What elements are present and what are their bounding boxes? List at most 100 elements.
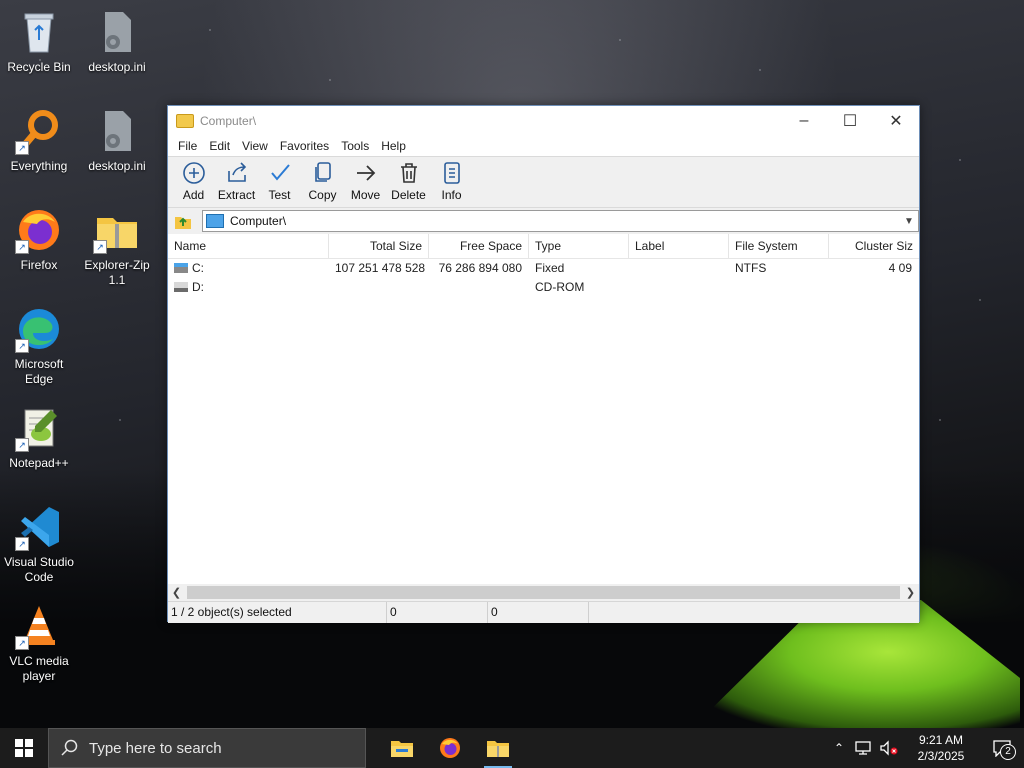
column-header-file-system[interactable]: File System — [729, 234, 829, 258]
extract-button[interactable]: Extract — [215, 157, 258, 205]
menu-tools[interactable]: Tools — [335, 139, 375, 153]
taskbar-search[interactable]: Type here to search — [48, 728, 366, 768]
menu-help[interactable]: Help — [375, 139, 412, 153]
address-combobox[interactable]: Computer\ ▼ — [202, 210, 919, 232]
arrow-right-icon — [356, 165, 375, 181]
label-cell — [629, 259, 729, 278]
window-titlebar[interactable]: Computer\ – ☐ ✕ — [168, 106, 919, 136]
test-button[interactable]: Test — [258, 157, 301, 205]
add-button[interactable]: Add — [172, 157, 215, 205]
magnifier-icon: ↗ — [15, 107, 63, 155]
desktop-icon-vlc[interactable]: ↗ VLC media player — [1, 602, 77, 684]
shortcut-arrow-icon: ↗ — [15, 537, 29, 551]
column-header-cluster-size[interactable]: Cluster Siz — [829, 234, 919, 258]
desktop-icon-explorer-zip[interactable]: ↗ Explorer-Zip 1.1 — [79, 206, 155, 288]
desktop-icon-label: Everything — [10, 159, 68, 173]
status-packed-size: 0 — [488, 602, 589, 623]
menu-file[interactable]: File — [172, 139, 203, 153]
horizontal-scrollbar[interactable]: ❮ ❯ — [168, 584, 919, 601]
minimize-button[interactable]: – — [781, 106, 827, 136]
scroll-thumb[interactable] — [187, 586, 900, 599]
network-icon[interactable] — [853, 740, 873, 756]
move-button[interactable]: Move — [344, 157, 387, 205]
volume-muted-icon[interactable] — [879, 740, 899, 756]
desktop-icon-label: desktop.ini — [88, 159, 146, 173]
drive-list: C: 107 251 478 528 76 286 894 080 Fixed … — [168, 259, 919, 584]
up-folder-button[interactable] — [172, 210, 194, 232]
desktop-icon-firefox[interactable]: ↗ Firefox — [1, 206, 77, 273]
taskbar-file-explorer[interactable] — [378, 728, 426, 768]
shortcut-arrow-icon: ↗ — [15, 438, 29, 452]
total-size-cell — [329, 278, 429, 297]
column-header-type[interactable]: Type — [529, 234, 629, 258]
info-icon — [443, 162, 460, 184]
copy-button[interactable]: Copy — [301, 157, 344, 205]
type-cell: Fixed — [535, 261, 565, 275]
column-header-total-size[interactable]: Total Size — [329, 234, 429, 258]
desktop-icon-desktop-ini-2[interactable]: desktop.ini — [79, 107, 155, 174]
file-explorer-icon — [391, 741, 413, 757]
hard-drive-icon — [174, 263, 188, 273]
scroll-left-icon[interactable]: ❮ — [168, 586, 185, 599]
desktop-icon-everything[interactable]: ↗ Everything — [1, 107, 77, 174]
extract-icon — [227, 162, 246, 182]
zip-folder-icon: ↗ — [93, 206, 141, 254]
chevron-up-icon[interactable]: ⌃ — [828, 741, 850, 755]
start-button[interactable] — [0, 728, 48, 768]
copy-icon — [314, 162, 331, 182]
shortcut-arrow-icon: ↗ — [15, 339, 29, 353]
archive-manager-window[interactable]: Computer\ – ☐ ✕ File Edit View Favorites… — [167, 105, 920, 623]
vscode-icon: ↗ — [15, 503, 63, 551]
column-header-label[interactable]: Label — [629, 234, 729, 258]
column-header-name[interactable]: Name — [168, 234, 329, 258]
desktop-icon-recycle-bin[interactable]: Recycle Bin — [1, 8, 77, 75]
trash-icon — [400, 163, 417, 183]
chevron-down-icon[interactable]: ▼ — [900, 216, 918, 227]
clock-time: 9:21 AM — [918, 733, 964, 747]
delete-label: Delete — [391, 188, 426, 202]
test-label: Test — [268, 188, 291, 202]
row-name-cell: D: — [168, 278, 329, 297]
notification-count: 2 — [1000, 744, 1016, 760]
folder-up-icon — [175, 217, 191, 229]
desktop-icon-label: Explorer-Zip 1.1 — [84, 258, 150, 287]
desktop-icon-notepad-plus-plus[interactable]: ↗ Notepad++ — [1, 404, 77, 471]
toolbar: Add Extract Test Copy Move Delete Info — [168, 156, 919, 208]
file-system-cell — [729, 278, 829, 297]
desktop-icon-label: VLC media player — [9, 654, 69, 683]
taskbar-firefox[interactable] — [426, 728, 474, 768]
info-label: Info — [441, 188, 462, 202]
menu-edit[interactable]: Edit — [203, 139, 236, 153]
folder-icon — [176, 114, 194, 128]
menu-favorites[interactable]: Favorites — [274, 139, 335, 153]
info-button[interactable]: Info — [430, 157, 473, 205]
taskbar-clock[interactable]: 9:21 AM 2/3/2025 — [902, 732, 980, 764]
address-bar: Computer\ ▼ — [168, 208, 919, 234]
maximize-button[interactable]: ☐ — [827, 106, 873, 136]
taskbar-archive-manager[interactable] — [474, 728, 522, 768]
status-selection: 1 / 2 object(s) selected — [168, 602, 387, 623]
vlc-cone-icon: ↗ — [15, 602, 63, 650]
table-row[interactable]: C: 107 251 478 528 76 286 894 080 Fixed … — [168, 259, 919, 278]
status-bar: 1 / 2 object(s) selected 0 0 — [168, 601, 919, 623]
search-placeholder: Type here to search — [89, 739, 222, 757]
free-space-cell: 76 286 894 080 — [438, 261, 522, 275]
system-tray: ⌃ 9:21 AM 2/3/2025 2 — [828, 728, 1024, 768]
type-cell: CD-ROM — [535, 280, 585, 294]
scroll-right-icon[interactable]: ❯ — [902, 586, 919, 599]
close-button[interactable]: ✕ — [873, 106, 919, 136]
column-header-free-space[interactable]: Free Space — [429, 234, 529, 258]
menu-view[interactable]: View — [236, 139, 274, 153]
table-row[interactable]: D: CD-ROM — [168, 278, 919, 297]
notification-center-button[interactable]: 2 — [980, 728, 1024, 768]
computer-icon — [206, 214, 224, 228]
desktop-icon-visual-studio-code[interactable]: ↗ Visual Studio Code — [1, 503, 77, 585]
shortcut-arrow-icon: ↗ — [15, 240, 29, 254]
row-name-cell: C: — [168, 259, 329, 278]
desktop-icon-microsoft-edge[interactable]: ↗ Microsoft Edge — [1, 305, 77, 387]
move-label: Move — [350, 188, 381, 202]
desktop-icon-desktop-ini-1[interactable]: desktop.ini — [79, 8, 155, 75]
firefox-icon: ↗ — [15, 206, 63, 254]
delete-button[interactable]: Delete — [387, 157, 430, 205]
settings-file-icon — [93, 107, 141, 155]
